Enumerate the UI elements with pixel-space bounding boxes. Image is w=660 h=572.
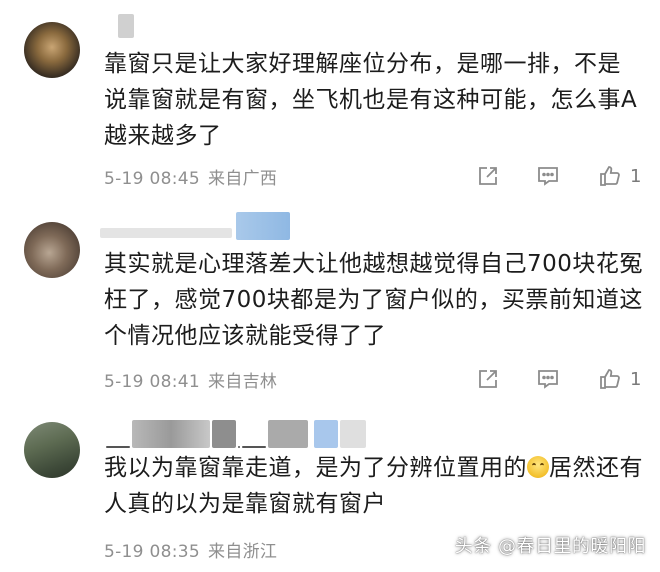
comment-date: 5-19 08:35 [104, 542, 200, 562]
laughing-crying-emoji-icon [527, 456, 549, 478]
comment-meta: 5-19 08:45 来自广西 [104, 164, 277, 189]
share-button[interactable] [476, 366, 500, 392]
like-button[interactable]: 1 [598, 163, 641, 189]
username-obscured[interactable] [100, 420, 370, 448]
comment-actions: 1 [476, 163, 646, 189]
comment-meta: 5-19 08:35 来自浙江 [104, 537, 277, 562]
share-icon [479, 370, 497, 388]
thumbs-up-icon [600, 166, 620, 186]
comment-text: 其实就是心理落差大让他越想越觉得自己700块花冤枉了，感觉700块都是为了窗户似… [104, 251, 643, 349]
share-icon [479, 167, 497, 185]
like-count: 1 [630, 368, 642, 390]
watermark: 头条 @春日里的暖阳阳 [454, 536, 646, 557]
comment-text-part-1: 我以为靠窗靠走道，是为了分辨位置用的 [104, 455, 527, 481]
like-button[interactable]: 1 [598, 366, 641, 392]
like-count: 1 [630, 165, 642, 187]
username-obscured[interactable] [100, 14, 140, 38]
avatar[interactable] [24, 22, 80, 78]
comment-date: 5-19 08:45 [104, 169, 200, 189]
comment-icon [538, 167, 558, 186]
comment-actions: 1 [476, 366, 646, 392]
share-button[interactable] [476, 163, 500, 189]
comment-location: 来自浙江 [207, 542, 278, 562]
comment-location: 来自吉林 [207, 372, 278, 392]
comment-text: 靠窗只是让大家好理解座位分布，是哪一排，不是说靠窗就是有窗，坐飞机也是有这种可能… [104, 51, 638, 149]
avatar[interactable] [24, 422, 80, 478]
comment-meta: 5-19 08:41 来自吉林 [104, 367, 277, 392]
comment-icon [538, 370, 558, 389]
avatar[interactable] [24, 222, 80, 278]
thumbs-up-icon [600, 369, 620, 389]
comment-date: 5-19 08:41 [104, 372, 200, 392]
reply-button[interactable] [536, 366, 560, 392]
comment-text: 我以为靠窗靠走道，是为了分辨位置用的 居然还有人真的以为是靠窗就有窗户 [104, 450, 644, 522]
comment-location: 来自广西 [207, 169, 278, 189]
reply-button[interactable] [536, 163, 560, 189]
username-obscured[interactable] [100, 212, 300, 240]
